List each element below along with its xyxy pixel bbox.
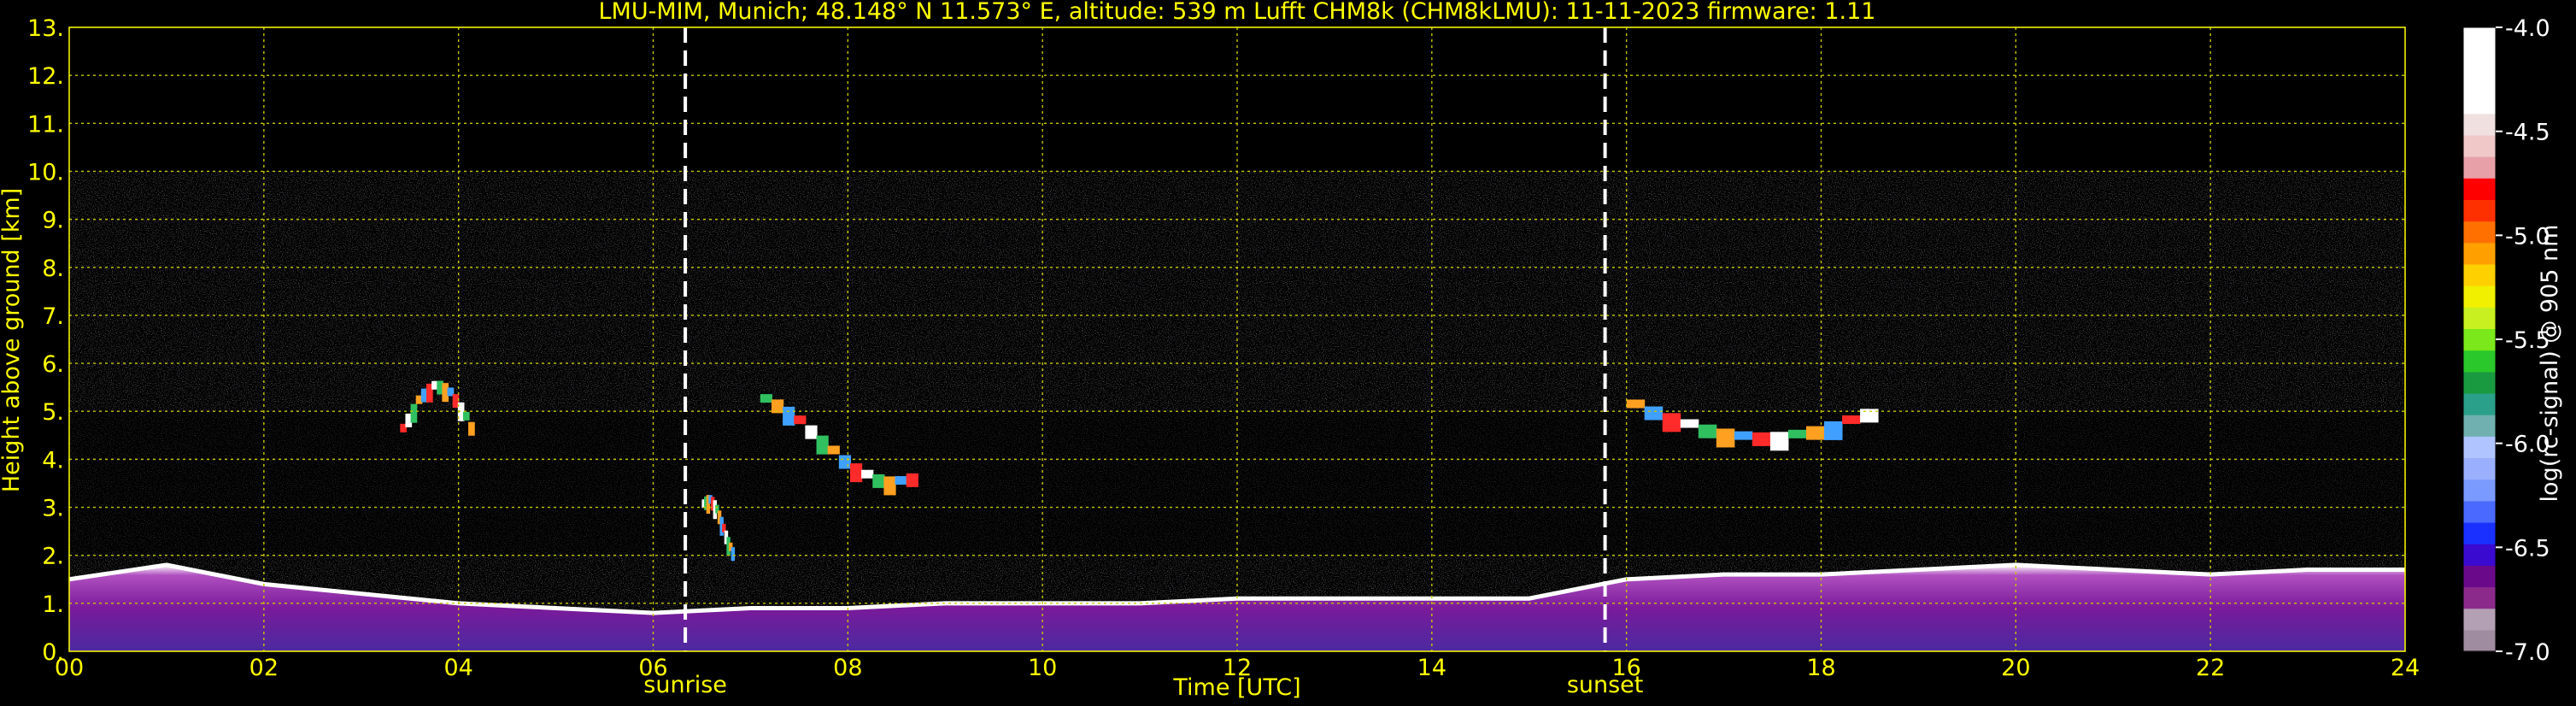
sun-label: sunset (1567, 672, 1644, 698)
colorbar-segment (2463, 371, 2496, 394)
colorbar-tick-label: -4.5 (2505, 120, 2550, 146)
cloud-segment (872, 474, 885, 488)
colorbar-segment (2463, 328, 2496, 351)
y-axis-label: Height above ground [km] (0, 188, 25, 492)
colorbar-segment (2463, 608, 2496, 631)
colorbar-segment (2463, 199, 2496, 222)
y-tick-label: 7. (42, 303, 64, 330)
cloud-segment (1644, 406, 1664, 421)
x-tick-label: 00 (55, 655, 84, 681)
x-tick-label: 20 (2001, 655, 2030, 681)
cloud-segment (783, 406, 795, 426)
colorbar-segment (2463, 134, 2496, 157)
y-tick-label: 4. (42, 447, 64, 474)
colorbar-segment (2463, 285, 2496, 308)
colorbar-segment (2463, 544, 2496, 566)
colorbar-segment (2463, 27, 2496, 50)
cloud-segment (895, 476, 907, 485)
y-tick-label: 1. (42, 591, 64, 618)
colorbar-segment (2463, 565, 2496, 588)
cloud-segment (462, 411, 470, 421)
cloud-segment (1716, 428, 1735, 448)
x-tick-label: 02 (249, 655, 279, 681)
sun-annotations: sunrise sunset (643, 672, 1643, 698)
colorbar-segment (2463, 307, 2496, 330)
x-tick-label: 08 (833, 655, 862, 681)
cloud-segment (827, 445, 840, 455)
cloud-segment (1752, 432, 1771, 446)
cloud-segment (906, 473, 918, 487)
y-tick-label: 9. (42, 208, 64, 234)
colorbar-segment (2463, 436, 2496, 459)
y-tick-label: 3. (42, 496, 64, 522)
ceilometer-chart: 0.1.2.3.4.5.6.7.8.9.10.11.12.13. 00 02 04 0… (0, 0, 2563, 701)
cloud-segment (861, 469, 874, 479)
colorbar-segment (2463, 586, 2496, 609)
colorbar-segment (2463, 263, 2496, 286)
y-tick-label: 13. (27, 15, 64, 42)
colorbar-segment (2463, 350, 2496, 373)
cloud-segment (1842, 415, 1861, 425)
cloud-segment (883, 476, 896, 496)
cloud-segment (1698, 424, 1717, 438)
y-tick-labels: 0.1.2.3.4.5.6.7.8.9.10.11.12.13. (27, 15, 64, 666)
cloud-segment (1626, 399, 1646, 409)
colorbar-segment (2463, 49, 2496, 71)
colorbar-tick-label: -7.0 (2505, 639, 2550, 666)
cloud-segment (805, 425, 818, 439)
colorbar-segment (2463, 91, 2496, 115)
chart-title: LMU-MIM, Munich; 48.148° N 11.573° E, al… (599, 0, 1876, 25)
cloud-segment (1824, 421, 1843, 440)
sun-label: sunrise (643, 672, 727, 698)
x-tick-label: 24 (2391, 655, 2420, 681)
x-tick-label: 14 (1417, 655, 1446, 681)
colorbar (2462, 26, 2497, 652)
colorbar-segment (2463, 221, 2496, 244)
cloud-segment (468, 421, 475, 436)
y-tick-label: 8. (42, 256, 64, 282)
cloud-segment (1805, 426, 1825, 440)
colorbar-segment (2463, 113, 2496, 136)
x-tick-label: 22 (2196, 655, 2225, 681)
plot-area (68, 26, 2406, 652)
y-tick-label: 5. (42, 399, 64, 426)
x-tick-label: 10 (1028, 655, 1057, 681)
colorbar-segment (2463, 629, 2496, 652)
colorbar-tick-label: -6.5 (2505, 535, 2550, 562)
colorbar-segment (2463, 500, 2496, 523)
y-tick-label: 12. (27, 63, 64, 90)
colorbar-segment (2463, 242, 2496, 265)
colorbar-segment (2463, 415, 2496, 437)
cloud-segment (794, 415, 807, 425)
cloud-segment (1734, 431, 1753, 440)
colorbar-segment (2463, 479, 2496, 502)
cloud-segment (816, 435, 829, 455)
cloud-segment (849, 463, 863, 483)
cloud-segment (1680, 419, 1699, 428)
cloud-segment (1787, 429, 1807, 438)
x-axis-label: Time [UTC] (1172, 674, 1300, 701)
x-tick-label: 18 (1806, 655, 1835, 681)
cloud-segment (1662, 413, 1681, 432)
colorbar-label: log(rc-signal) @ 905 nm (2537, 225, 2563, 503)
x-tick-label: 04 (443, 655, 472, 681)
cloud-segment (838, 455, 852, 469)
colorbar-tick-label: -4.0 (2505, 15, 2550, 42)
colorbar-segment (2463, 521, 2496, 544)
colorbar-segment (2463, 178, 2496, 200)
y-tick-label: 10. (27, 159, 64, 185)
y-tick-label: 2. (42, 544, 64, 570)
colorbar-segment (2463, 392, 2496, 415)
colorbar-segment (2463, 156, 2496, 179)
cloud-segment (1769, 432, 1789, 451)
y-tick-label: 11. (27, 111, 64, 138)
colorbar-segment (2463, 70, 2496, 93)
colorbar-segment (2463, 457, 2496, 480)
cloud-segment (760, 394, 773, 403)
y-tick-label: 6. (42, 351, 64, 378)
cloud-segment (410, 403, 418, 423)
cloud-segment (731, 547, 736, 562)
